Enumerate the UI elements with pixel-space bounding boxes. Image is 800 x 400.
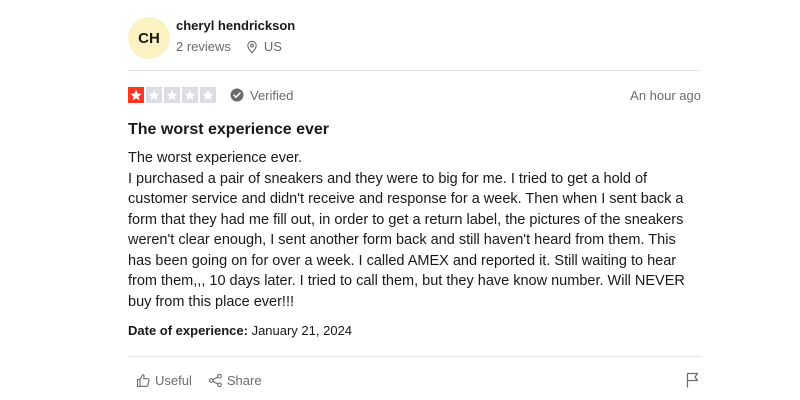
flag-icon [685, 372, 700, 388]
reviewer-meta: 2 reviews US [176, 39, 295, 55]
review-time: An hour ago [630, 87, 701, 103]
star-icon [128, 87, 144, 103]
reviewer-country: US [263, 38, 282, 54]
review-card: CH cheryl hendrickson 2 reviews US Verif… [128, 0, 701, 400]
location-pin-icon [245, 40, 259, 54]
review-body-line: The worst experience ever. [128, 150, 303, 166]
useful-button[interactable]: Useful [128, 369, 200, 392]
thumbs-up-icon [136, 373, 151, 388]
experience-date: Date of experience: January 21, 2024 [128, 323, 352, 338]
divider [128, 70, 701, 71]
reviews-count: 2 reviews [176, 38, 231, 54]
review-actions: Useful Share [128, 368, 701, 392]
reviewer-info: cheryl hendrickson 2 reviews US [176, 18, 295, 55]
experience-label: Date of experience: [128, 323, 248, 338]
star-icon [146, 87, 162, 103]
avatar[interactable]: CH [128, 17, 170, 59]
review-title[interactable]: The worst experience ever [128, 120, 329, 140]
verified-label: Verified [250, 87, 294, 103]
review-body: The worst experience ever. I purchased a… [128, 148, 701, 312]
share-icon [208, 373, 223, 388]
reviewer-name[interactable]: cheryl hendrickson [176, 18, 295, 34]
star-icon [164, 87, 180, 103]
useful-label: Useful [155, 372, 192, 388]
star-icon [182, 87, 198, 103]
star-icon [200, 87, 216, 103]
avatar-initials: CH [138, 29, 160, 47]
experience-date-value: January 21, 2024 [251, 323, 353, 338]
verified-badge[interactable]: Verified [230, 88, 293, 103]
review-body-line: I purchased a pair of sneakers and they … [128, 170, 685, 310]
share-button[interactable]: Share [200, 369, 270, 392]
check-circle-icon [230, 88, 244, 102]
share-label: Share [226, 372, 262, 388]
reviewer-header: CH cheryl hendrickson 2 reviews US [128, 16, 295, 60]
divider [128, 356, 701, 357]
star-rating [128, 87, 216, 103]
rating-row: Verified An hour ago [128, 86, 701, 104]
report-flag-button[interactable] [683, 371, 701, 389]
